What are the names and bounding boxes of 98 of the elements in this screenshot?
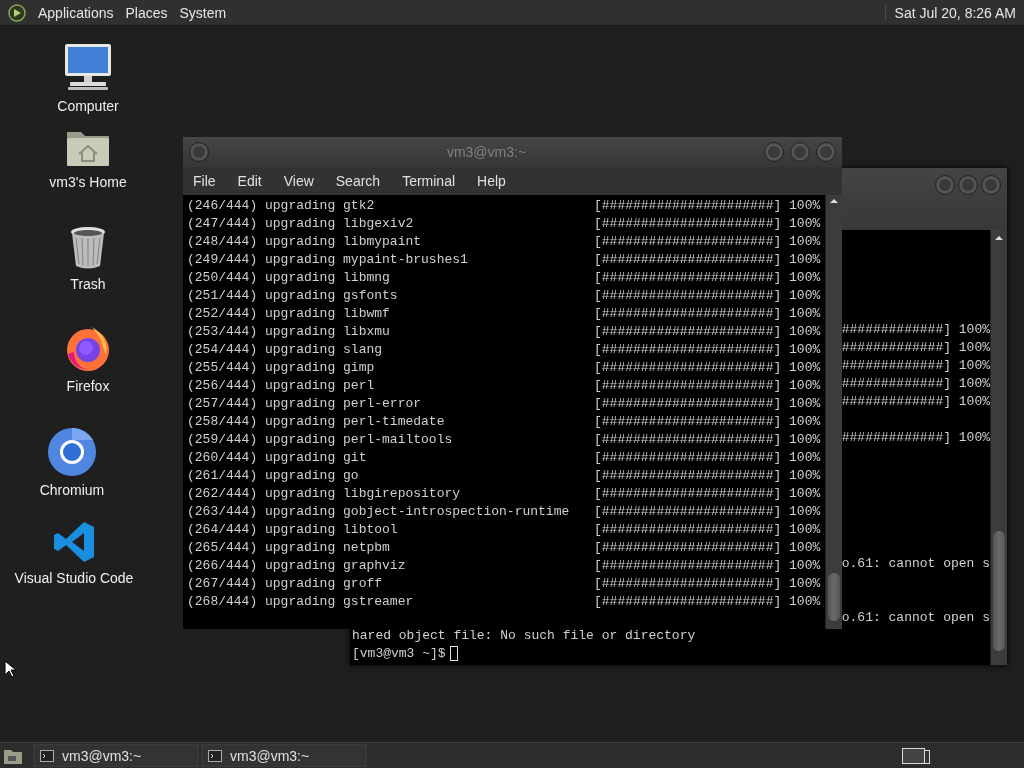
minimize-button[interactable] — [764, 142, 784, 162]
menu-item[interactable]: Search — [328, 173, 388, 189]
progress-text: [######################] 100% — [594, 539, 821, 557]
menu-item[interactable]: File — [186, 173, 223, 189]
terminal-line: (250/444) upgrading libmng — [187, 269, 391, 287]
workspace-switcher-icon[interactable] — [902, 747, 930, 764]
desktop-icon-label[interactable]: vm3's Home — [49, 174, 127, 190]
terminal-icon — [208, 749, 222, 762]
panel-menu[interactable]: Applications — [32, 4, 120, 21]
progress-text: [######################] 100% — [594, 413, 821, 431]
progress-text: [######################] 100% — [594, 215, 821, 233]
panel-menu[interactable]: Places — [119, 4, 174, 21]
minimize-button[interactable] — [935, 175, 955, 195]
progress-text: [######################] 100% — [594, 395, 821, 413]
terminal-line: (265/444) upgrading netpbm — [187, 539, 391, 557]
terminal-line: (252/444) upgrading libwmf — [187, 305, 391, 323]
mouse-pointer-icon — [4, 660, 16, 678]
scroll-up-icon[interactable] — [995, 236, 1003, 240]
maximize-button[interactable] — [958, 175, 978, 195]
vscode-icon — [52, 520, 96, 564]
menu-item[interactable]: Terminal — [395, 173, 463, 189]
progress-text: [######################] 100% — [594, 521, 821, 539]
shell-prompt: [vm3@vm3 ~]$ — [352, 645, 446, 663]
window-menu-button[interactable] — [189, 142, 209, 162]
desktop-icon-label[interactable]: Computer — [57, 98, 119, 114]
terminal-line: (267/444) upgrading groff — [187, 575, 384, 593]
taskbar-button[interactable]: vm3@vm3:~ — [33, 744, 199, 767]
terminal-line: (263/444) upgrading gobject-introspection-runtime — [187, 503, 571, 521]
close-button[interactable] — [981, 175, 1001, 195]
scroll-thumb[interactable] — [828, 573, 840, 621]
progress-text: [######################] 100% — [594, 251, 821, 269]
progress-text: [######################] 100% — [594, 557, 821, 575]
progress-text: [######################] 100% — [594, 287, 821, 305]
terminal-line: #############] 100% — [841, 339, 990, 357]
terminal-line: (268/444) upgrading gstreamer — [187, 593, 415, 611]
terminal-line: #############] 100% — [841, 321, 990, 339]
clock[interactable]: Sat Jul 20, 8:26 AM — [884, 4, 1024, 21]
progress-text: [######################] 100% — [594, 503, 821, 521]
progress-text: [######################] 100% — [594, 485, 821, 503]
progress-text: [######################] 100% — [594, 593, 821, 611]
terminal-line: (256/444) upgrading perl — [187, 377, 376, 395]
close-button[interactable] — [816, 142, 836, 162]
terminal-line: #############] 100% — [841, 429, 990, 447]
progress-text: [######################] 100% — [594, 449, 821, 467]
terminal-line: o.61: cannot open s — [841, 609, 990, 627]
maximize-button[interactable] — [790, 142, 810, 162]
terminal-line: #############] 100% — [841, 357, 990, 375]
progress-text: [######################] 100% — [594, 431, 821, 449]
logo-icon[interactable] — [8, 3, 26, 22]
terminal-line: (260/444) upgrading git — [187, 449, 368, 467]
desktop-icon-label[interactable]: Visual Studio Code — [14, 570, 134, 586]
progress-text: [######################] 100% — [594, 341, 821, 359]
window-title: vm3@vm3:~ — [445, 144, 528, 160]
progress-text: [######################] 100% — [594, 269, 821, 287]
progress-text: [######################] 100% — [594, 575, 821, 593]
terminal-line: (264/444) upgrading libtool — [187, 521, 399, 539]
terminal-line: (257/444) upgrading perl-error — [187, 395, 423, 413]
desktop-icon-label[interactable]: Chromium — [39, 482, 105, 498]
progress-text: [######################] 100% — [594, 377, 821, 395]
terminal-line: (258/444) upgrading perl-timedate — [187, 413, 446, 431]
desktop-icon-label[interactable]: Firefox — [66, 378, 110, 394]
terminal-line: o.61: cannot open s — [841, 555, 990, 573]
scroll-thumb[interactable] — [993, 531, 1005, 651]
terminal-line: hared object file: No such file or directory — [352, 627, 696, 645]
progress-text: [######################] 100% — [594, 323, 821, 341]
terminal-line: #############] 100% — [841, 393, 990, 411]
taskbar-button[interactable]: vm3@vm3:~ — [201, 744, 367, 767]
trash-icon — [68, 226, 108, 270]
terminal-line: (255/444) upgrading gimp — [187, 359, 376, 377]
firefox-icon — [64, 324, 112, 372]
progress-text: [######################] 100% — [594, 467, 821, 485]
terminal-icon — [40, 749, 54, 762]
terminal-line: (251/444) upgrading gsfonts — [187, 287, 399, 305]
terminal-line: (254/444) upgrading slang — [187, 341, 384, 359]
terminal-line: (262/444) upgrading libgirepository — [187, 485, 462, 503]
progress-text: [######################] 100% — [594, 359, 821, 377]
scroll-up-icon[interactable] — [830, 199, 838, 203]
terminal-line: (261/444) upgrading go — [187, 467, 360, 485]
terminal-line: (246/444) upgrading gtk2 — [187, 197, 376, 215]
terminal-line: (247/444) upgrading libgexiv2 — [187, 215, 415, 233]
terminal-line: (259/444) upgrading perl-mailtools — [187, 431, 454, 449]
progress-text: [######################] 100% — [594, 233, 821, 251]
terminal-line: (266/444) upgrading graphviz — [187, 557, 407, 575]
menu-item[interactable]: View — [276, 173, 321, 189]
computer-icon — [62, 42, 114, 92]
terminal-line: #############] 100% — [841, 375, 990, 393]
menu-item[interactable]: Help — [470, 173, 513, 189]
terminal-line: (248/444) upgrading libmypaint — [187, 233, 423, 251]
progress-text: [######################] 100% — [594, 305, 821, 323]
chromium-icon — [48, 428, 96, 476]
terminal-line: (249/444) upgrading mypaint-brushes1 — [187, 251, 469, 269]
terminal-line: (253/444) upgrading libxmu — [187, 323, 391, 341]
panel-menu[interactable]: System — [173, 4, 233, 21]
desktop-icon-label[interactable]: Trash — [70, 276, 106, 292]
scrollbar[interactable] — [825, 195, 842, 629]
menu-item[interactable]: Edit — [230, 173, 269, 189]
scrollbar[interactable] — [990, 230, 1007, 665]
progress-text: [######################] 100% — [594, 197, 821, 215]
